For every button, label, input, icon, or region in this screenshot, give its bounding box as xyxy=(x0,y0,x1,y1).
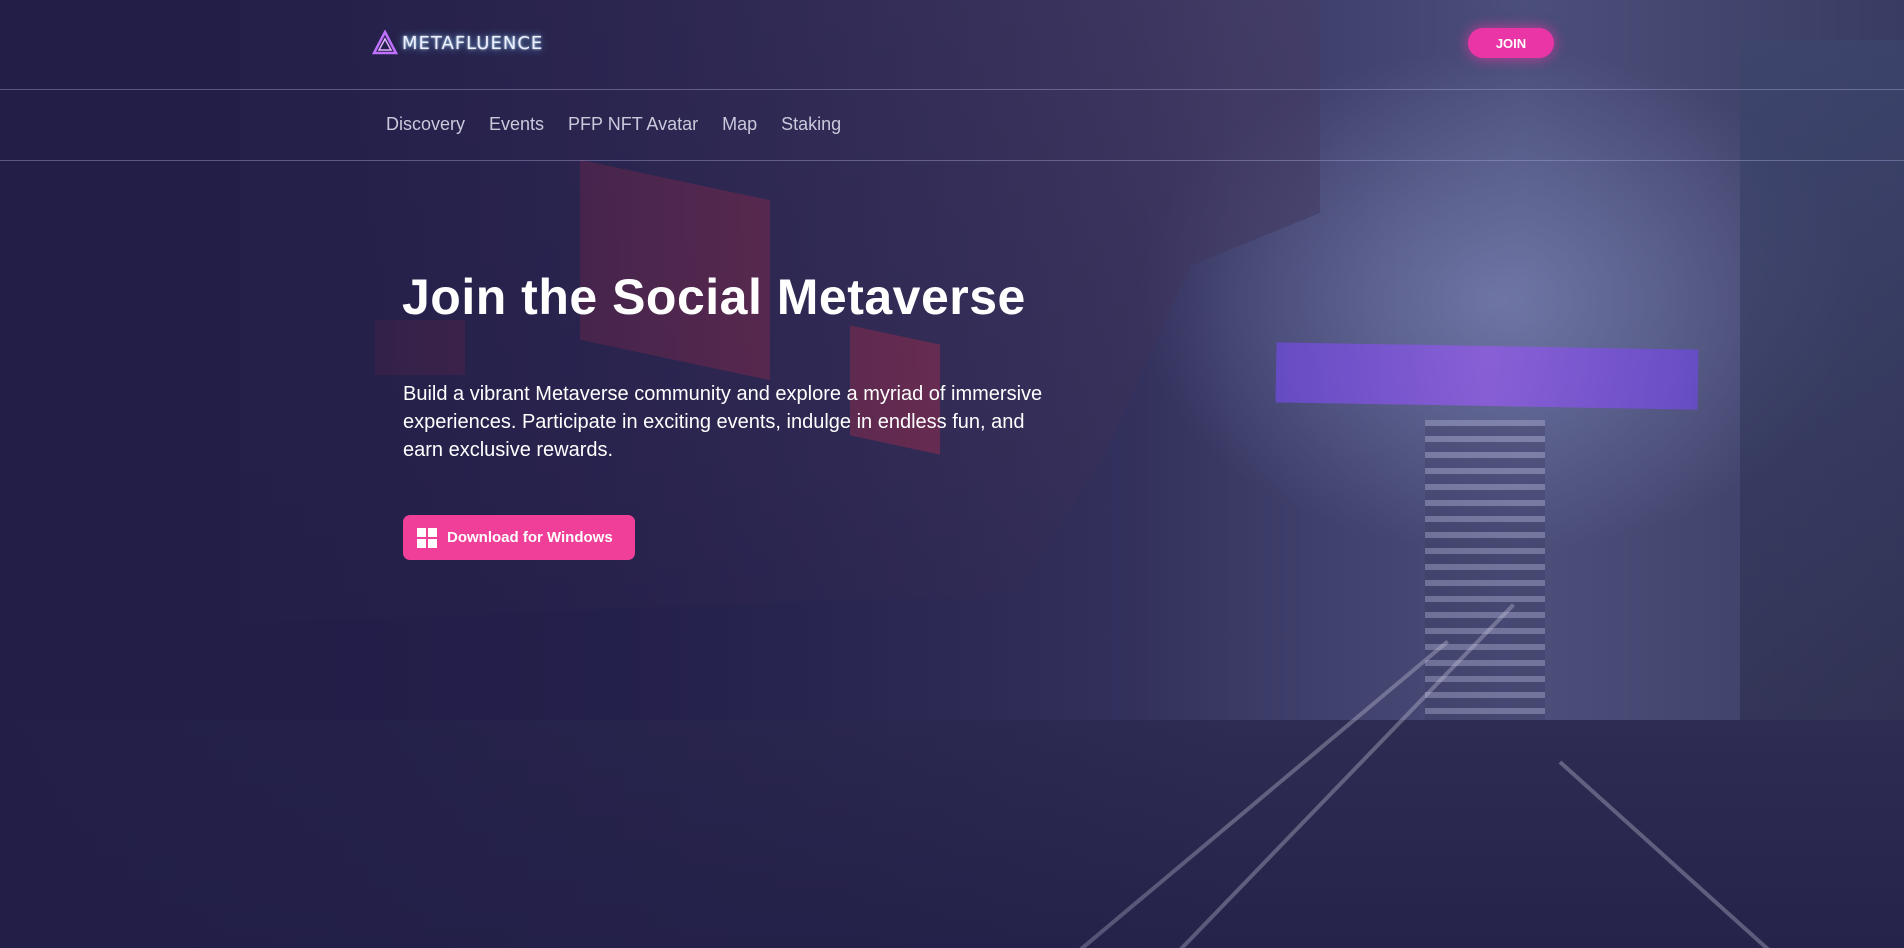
site-header: METAFLUENCE JOIN xyxy=(0,0,1904,90)
main-nav: Discovery Events PFP NFT Avatar Map Stak… xyxy=(0,90,1904,161)
nav-list: Discovery Events PFP NFT Avatar Map Stak… xyxy=(386,114,841,135)
hero-description: Build a vibrant Metaverse community and … xyxy=(403,383,1043,461)
logo-text: METAFLUENCE xyxy=(402,32,544,54)
logo[interactable]: METAFLUENCE xyxy=(372,28,543,58)
nav-item-staking[interactable]: Staking xyxy=(781,114,841,135)
metafluence-logo-icon xyxy=(372,30,398,55)
nav-item-events[interactable]: Events xyxy=(489,114,544,135)
download-button-label: Download for Windows xyxy=(447,529,613,546)
nav-item-pfp-nft-avatar[interactable]: PFP NFT Avatar xyxy=(568,114,698,135)
windows-icon xyxy=(417,527,437,548)
nav-item-map[interactable]: Map xyxy=(722,114,757,135)
hero-title: Join the Social Metaverse xyxy=(402,269,1026,325)
join-button[interactable]: JOIN xyxy=(1468,28,1554,58)
nav-item-discovery[interactable]: Discovery xyxy=(386,114,465,135)
download-windows-button[interactable]: Download for Windows xyxy=(403,515,635,560)
